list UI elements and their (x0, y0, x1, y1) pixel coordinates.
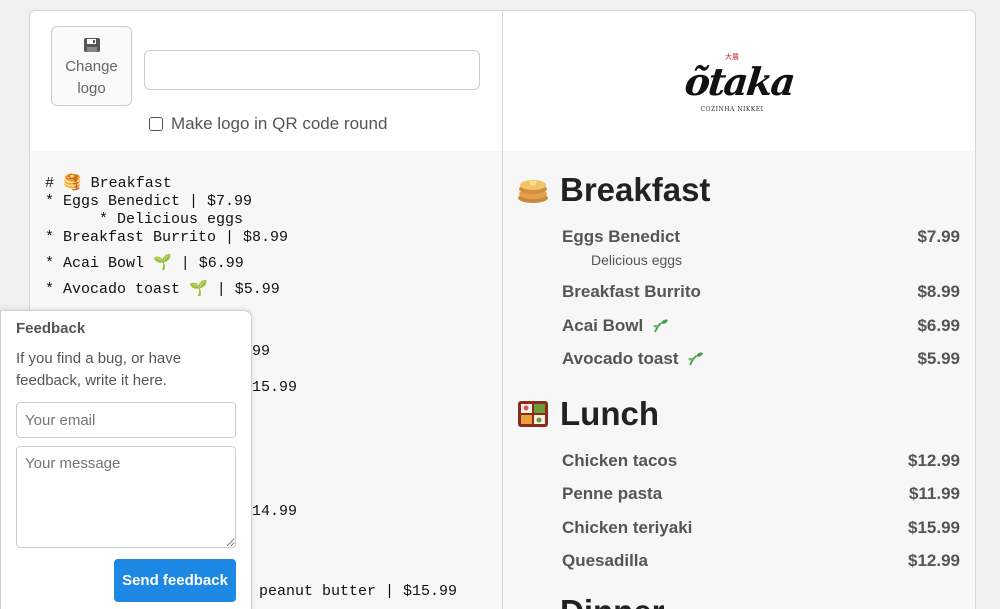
item-price: $6.99 (917, 316, 960, 335)
change-logo-label-line1: Change (65, 58, 118, 75)
brand-subtitle: COZINHA NIKKEI (700, 106, 764, 113)
feedback-email-input[interactable] (16, 402, 236, 438)
item-name: Chicken tacos (562, 451, 678, 470)
item-name: Acai Bowl (562, 316, 644, 335)
section-title: Breakfast (560, 171, 711, 208)
menu-preview: Breakfast Eggs Benedict $7.99 Delicious … (503, 151, 975, 609)
brand-name: õtaka (682, 59, 796, 104)
menu-item: Chicken teriyaki $15.99 (562, 518, 960, 538)
item-price: $12.99 (908, 451, 960, 470)
feedback-message-input[interactable] (16, 446, 236, 548)
item-name: Breakfast Burrito (562, 282, 701, 301)
round-logo-label: Make logo in QR code round (171, 114, 388, 133)
editor-line: # 🥞 Breakfast (45, 175, 172, 192)
item-price: $7.99 (917, 227, 960, 246)
feedback-panel: Feedback If you find a bug, or have feed… (0, 310, 252, 609)
floppy-disk-icon (83, 38, 100, 52)
menu-item: Acai Bowl $6.99 (562, 316, 960, 336)
editor-line: * Avocado toast 🌱 | $5.99 (45, 281, 280, 298)
feedback-title: Feedback (16, 320, 86, 337)
item-name-wrap: Acai Bowl (562, 316, 669, 336)
menu-item: Quesadilla $12.99 (562, 551, 960, 571)
menu-item: Breakfast Burrito $8.99 (562, 282, 960, 302)
round-logo-checkbox[interactable] (149, 117, 163, 131)
item-name: Penne pasta (562, 484, 663, 503)
editor-line: * Delicious eggs (45, 211, 244, 228)
round-logo-option[interactable]: Make logo in QR code round (149, 114, 387, 134)
menu-item: Penne pasta $11.99 (562, 484, 960, 504)
section-icon (517, 596, 549, 609)
section-heading-lunch: Lunch (517, 395, 659, 433)
item-price: $11.99 (908, 484, 960, 503)
change-logo-label-line2: logo (77, 80, 106, 97)
editor-line: peanut butter | $15.99 (259, 583, 458, 600)
editor-line: 99 (252, 343, 271, 360)
item-price: $5.99 (917, 349, 960, 368)
editor-line: * Acai Bowl 🌱 | $6.99 (45, 255, 244, 272)
editor-line: * Breakfast Burrito | $8.99 (45, 229, 289, 246)
item-name-wrap: Avocado toast (562, 349, 704, 369)
feedback-description: If you find a bug, or have feedback, wri… (16, 350, 182, 389)
brand-logo: 大農 õtaka COZINHA NIKKEI (682, 54, 796, 113)
editor-line: 14.99 (252, 503, 298, 520)
item-price: $15.99 (908, 518, 960, 537)
item-name: Quesadilla (562, 551, 648, 570)
item-price: $12.99 (908, 551, 960, 570)
sprout-icon (688, 352, 704, 366)
menu-item: Chicken tacos $12.99 (562, 451, 960, 471)
item-name: Avocado toast (562, 349, 679, 368)
editor-line: * Eggs Benedict | $7.99 (45, 193, 253, 210)
menu-item: Eggs Benedict $7.99 (562, 227, 960, 247)
item-name: Eggs Benedict (562, 227, 681, 246)
logo-url-input[interactable] (144, 50, 480, 90)
item-name: Chicken teriyaki (562, 518, 693, 537)
bento-box-icon (518, 401, 548, 427)
editor-line: 15.99 (252, 379, 298, 396)
sprout-icon (652, 319, 668, 333)
change-logo-button[interactable]: Change logo (51, 26, 132, 106)
pancakes-icon (518, 180, 548, 203)
section-heading-dinner: Dinner (517, 593, 665, 609)
section-title: Dinner (560, 593, 665, 609)
menu-item: Avocado toast $5.99 (562, 349, 960, 369)
send-feedback-button[interactable]: Send feedback (114, 559, 236, 602)
item-price: $8.99 (917, 282, 960, 301)
item-description: Delicious eggs (591, 252, 683, 268)
section-title: Lunch (560, 395, 659, 432)
section-heading-breakfast: Breakfast (517, 171, 710, 209)
